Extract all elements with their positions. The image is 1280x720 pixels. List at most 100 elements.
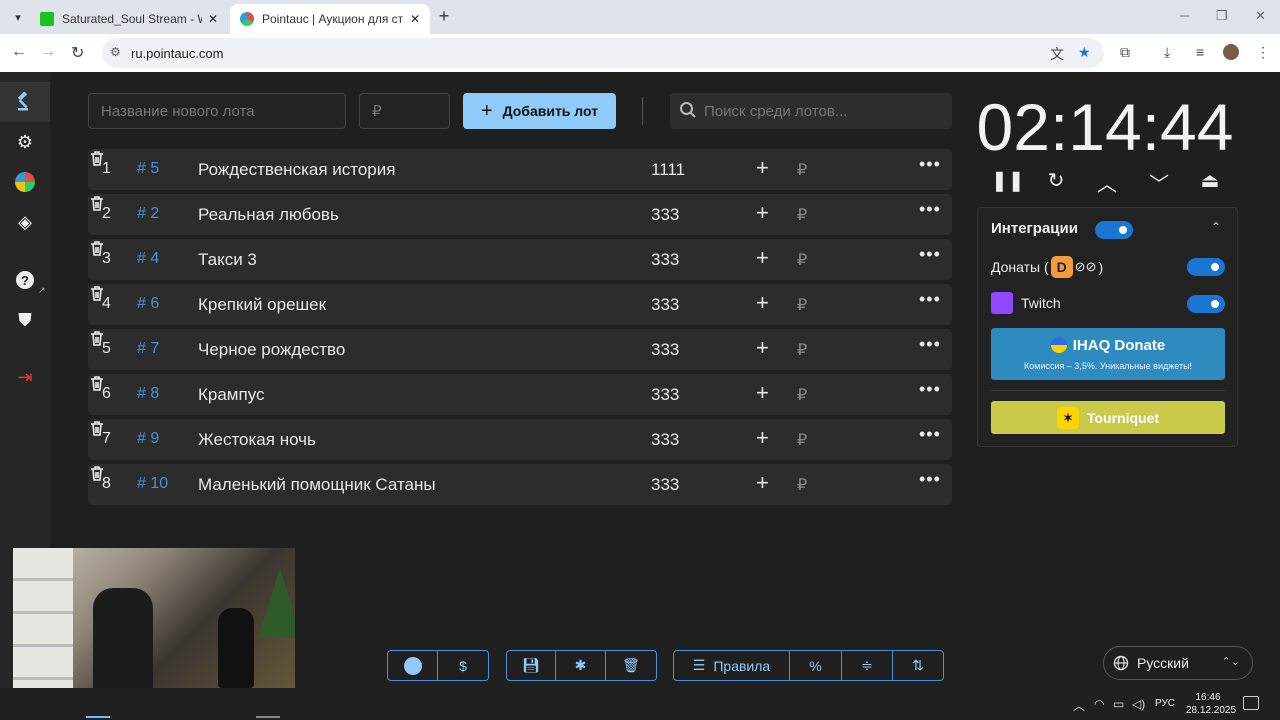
translate-icon[interactable]: 文: [1050, 44, 1064, 64]
close-window-icon[interactable]: ✕: [1255, 8, 1266, 24]
save-button[interactable]: 💾︎: [506, 650, 556, 681]
wifi-icon[interactable]: ◠: [1094, 697, 1104, 711]
timer-max-icon[interactable]: ⏏: [1197, 168, 1223, 194]
profile-avatar[interactable]: [1223, 44, 1239, 60]
lot-amount[interactable]: 333: [651, 430, 679, 450]
lot-amount[interactable]: 1111: [651, 160, 685, 180]
donations-toggle[interactable]: [1187, 258, 1225, 276]
reset-icon[interactable]: ↻: [1043, 168, 1069, 194]
extensions-icon[interactable]: ⧉: [1120, 44, 1130, 61]
search-input[interactable]: [704, 93, 948, 129]
donate-button[interactable]: $: [438, 650, 489, 681]
bookmark-star-icon[interactable]: ★: [1078, 44, 1091, 61]
download-icon[interactable]: ⤓: [1164, 44, 1170, 61]
lot-name[interactable]: Жестокая ночь: [198, 430, 316, 450]
tab-stream[interactable]: Saturated_Soul Stream - Watch ✕: [30, 4, 228, 34]
tray-chevron-icon[interactable]: ︿: [1073, 697, 1085, 714]
more-icon[interactable]: •••: [919, 289, 941, 310]
clear-lots-button[interactable]: 🗑︎: [606, 650, 657, 681]
pause-icon[interactable]: ❚❚: [991, 168, 1025, 194]
lot-amount[interactable]: 333: [651, 475, 679, 495]
lot-amount[interactable]: 333: [651, 205, 679, 225]
lot-name[interactable]: Черное рождество: [198, 340, 345, 360]
lot-search[interactable]: [670, 93, 952, 129]
add-amount-icon[interactable]: +: [756, 335, 769, 361]
lot-id[interactable]: # 6: [137, 295, 159, 313]
new-lot-price-input[interactable]: [359, 93, 450, 129]
more-icon[interactable]: •••: [919, 334, 941, 355]
more-icon[interactable]: •••: [919, 424, 941, 445]
site-info-icon[interactable]: ⚙: [110, 45, 121, 59]
add-amount-icon[interactable]: +: [756, 470, 769, 496]
lot-name[interactable]: Такси 3: [198, 250, 257, 270]
reload-icon[interactable]: ↻: [71, 43, 84, 63]
lot-amount[interactable]: 333: [651, 250, 679, 270]
add-amount-icon[interactable]: +: [756, 425, 769, 451]
compact-view-button[interactable]: ≑: [842, 650, 893, 681]
media-control-icon[interactable]: ≡: [1196, 44, 1204, 60]
timer-down-icon[interactable]: ﹀: [1146, 168, 1172, 196]
tab-pointauc[interactable]: Pointauc | Аукцион для стриме ✕: [230, 4, 430, 34]
tab-search-chevron-icon[interactable]: ▾: [8, 7, 28, 27]
address-bar[interactable]: ⚙ ru.pointauc.com 文 ★: [102, 38, 1104, 68]
close-tab-icon[interactable]: ✕: [208, 12, 218, 26]
input-language[interactable]: РУС: [1155, 698, 1175, 709]
volume-icon[interactable]: ◁): [1132, 697, 1145, 711]
lot-name[interactable]: Рождественская история: [198, 160, 395, 180]
lot-name[interactable]: Реальная любовь: [198, 205, 339, 225]
add-amount-icon[interactable]: +: [756, 380, 769, 406]
sidebar-wheel-icon[interactable]: [0, 162, 50, 202]
more-icon[interactable]: •••: [919, 244, 941, 265]
lot-name[interactable]: Крепкий орешек: [198, 295, 326, 315]
lot-id[interactable]: # 9: [137, 430, 159, 448]
more-icon[interactable]: •••: [919, 154, 941, 175]
lot-id[interactable]: # 7: [137, 340, 159, 358]
lot-id[interactable]: # 4: [137, 250, 159, 268]
lot-name[interactable]: Крампус: [198, 385, 265, 405]
lot-id[interactable]: # 8: [137, 385, 159, 403]
battery-icon[interactable]: ▭: [1113, 697, 1124, 711]
lot-id[interactable]: # 10: [137, 475, 168, 493]
back-icon[interactable]: ←: [11, 43, 27, 61]
clock[interactable]: 16:46 28.12.2025: [1186, 691, 1236, 717]
percent-button[interactable]: %: [790, 650, 842, 681]
rules-button[interactable]: ☰ Правила: [673, 650, 790, 681]
lot-amount[interactable]: 333: [651, 295, 679, 315]
add-amount-icon[interactable]: +: [756, 245, 769, 271]
sidebar-shield-icon[interactable]: ⛊: [0, 300, 50, 340]
new-tab-icon[interactable]: +: [434, 6, 454, 27]
lot-id[interactable]: # 5: [137, 160, 159, 178]
language-select[interactable]: Русский ⌃⌄: [1103, 646, 1253, 680]
add-lot-button[interactable]: + Добавить лот: [463, 93, 616, 129]
lot-amount[interactable]: 333: [651, 340, 679, 360]
lot-name[interactable]: Маленький помощник Сатаны: [198, 475, 436, 495]
browser-menu-icon[interactable]: ⋮: [1256, 44, 1270, 61]
add-amount-icon[interactable]: +: [756, 290, 769, 316]
twitch-toggle[interactable]: [1187, 295, 1225, 313]
sort-button[interactable]: ⇅: [893, 650, 944, 681]
timer-up-icon[interactable]: ︿: [1094, 168, 1120, 196]
lot-amount[interactable]: 333: [651, 385, 679, 405]
maximize-icon[interactable]: ❐: [1216, 8, 1228, 24]
tourniquet-button[interactable]: ✶ Tourniquet: [991, 401, 1225, 434]
minimize-icon[interactable]: ─: [1180, 8, 1189, 23]
forward-icon[interactable]: →: [40, 43, 56, 61]
add-amount-icon[interactable]: +: [756, 200, 769, 226]
close-tab-icon[interactable]: ✕: [410, 12, 420, 26]
notification-icon[interactable]: [1243, 696, 1259, 710]
more-icon[interactable]: •••: [919, 199, 941, 220]
integrations-toggle[interactable]: [1095, 221, 1133, 239]
more-icon[interactable]: •••: [919, 379, 941, 400]
more-icon[interactable]: •••: [919, 469, 941, 490]
bug-report-button[interactable]: ✱: [556, 650, 606, 681]
sidebar-settings-icon[interactable]: ⚙: [0, 122, 50, 162]
sidebar-layers-icon[interactable]: ◈: [0, 202, 50, 242]
sidebar-logout-icon[interactable]: ⇥: [0, 357, 50, 397]
sidebar-auction-icon[interactable]: [0, 82, 50, 122]
github-button[interactable]: [387, 650, 438, 681]
new-lot-name-input[interactable]: [88, 93, 346, 129]
lot-id[interactable]: # 2: [137, 205, 159, 223]
chevron-up-icon[interactable]: ⌃: [1211, 220, 1221, 234]
add-amount-icon[interactable]: +: [756, 155, 769, 181]
ihaq-donate-button[interactable]: IHAQ Donate Комиссия – 3,5%. Уникальные …: [991, 328, 1225, 380]
